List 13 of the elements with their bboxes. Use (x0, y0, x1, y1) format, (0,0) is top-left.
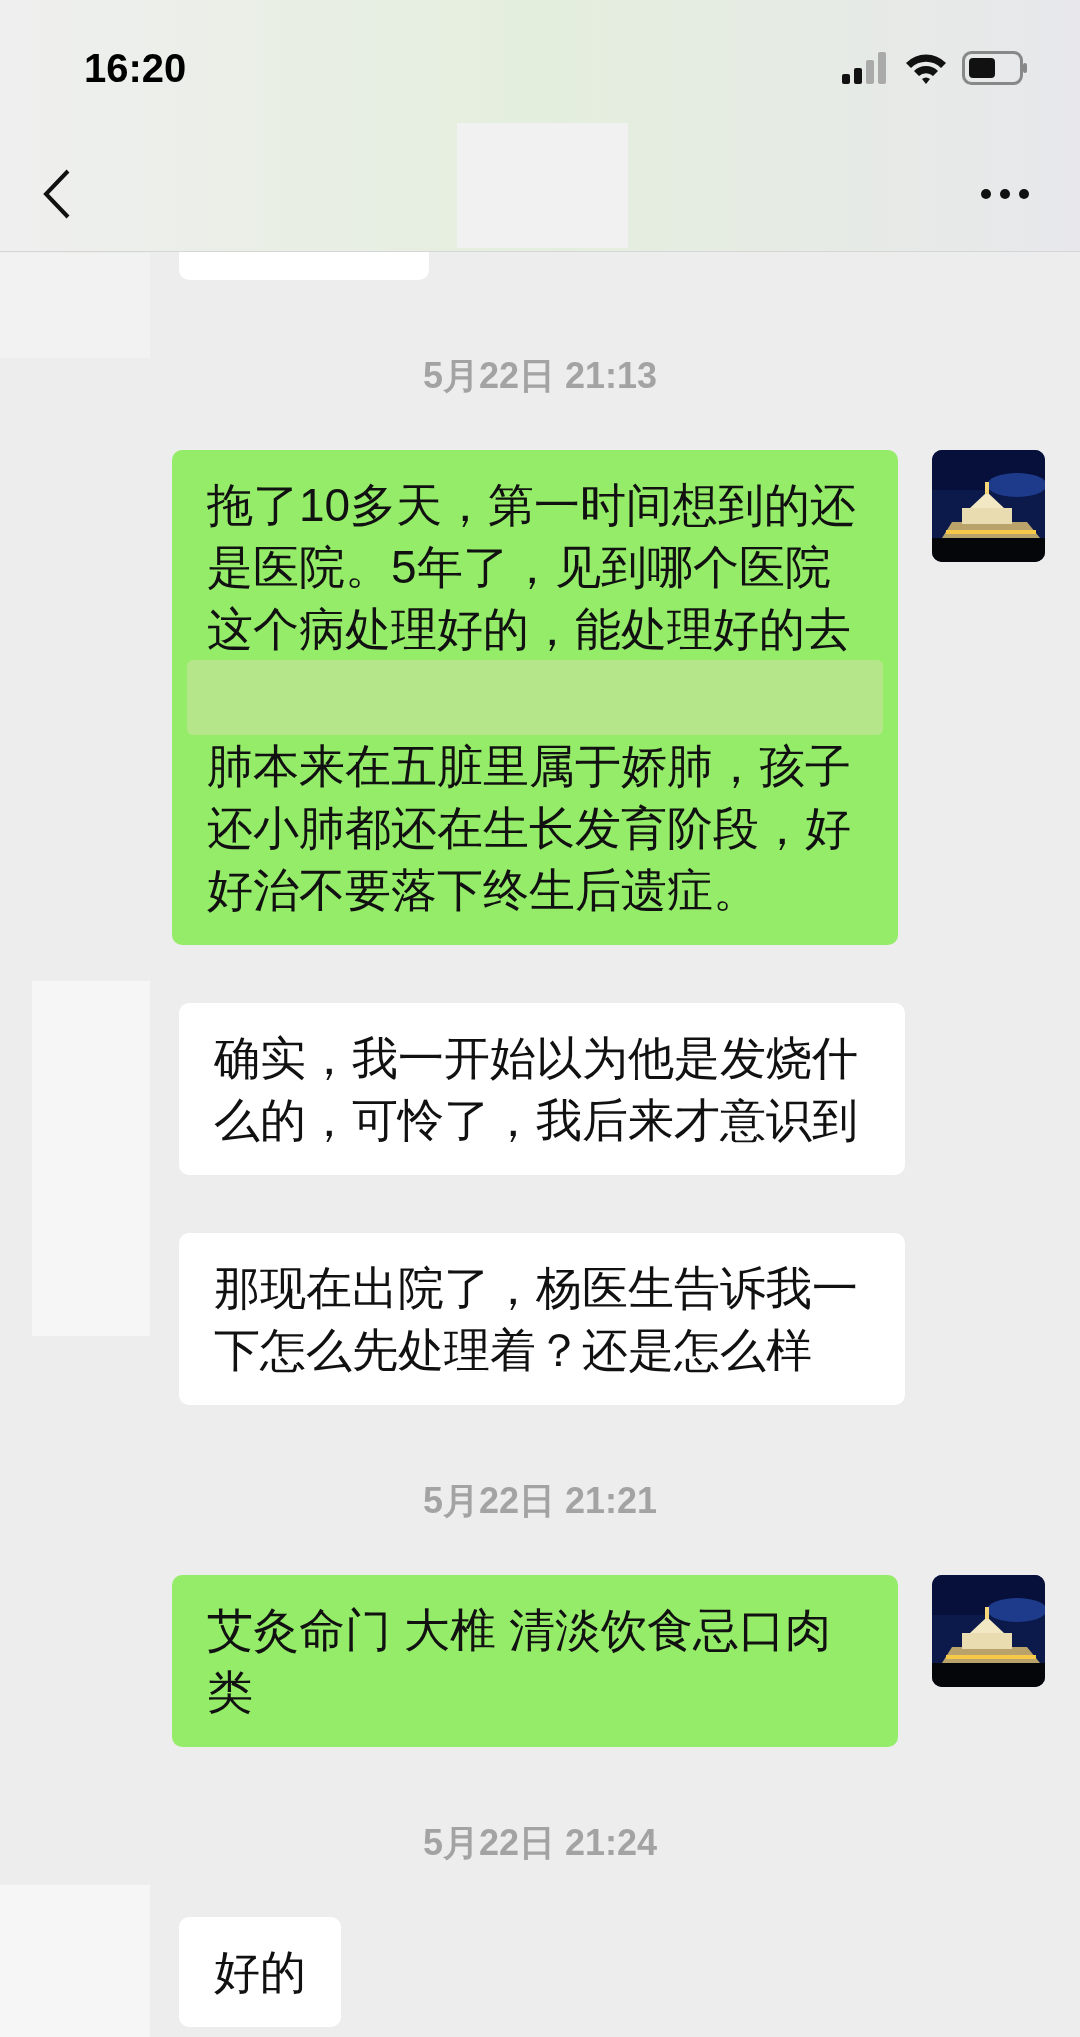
timestamp: 5月22日 21:24 (422, 1823, 658, 1863)
battery-icon (962, 51, 1028, 85)
message-text: 好的 (214, 1945, 306, 2000)
message-text: 那现在出院了，杨医生告诉我一下怎么先处理着？还是怎么样 (214, 1261, 859, 1378)
message-text: 确实，我一开始以为他是发烧什么的，可怜了，我后来才意识到 (214, 1031, 859, 1148)
message-text: 肺本来在五脏里属于娇肺，孩子还小肺都还在生长发育阶段，好好治不要落下终生后遗症。 (207, 739, 852, 918)
message-text: 艾灸命门 大椎 清淡饮食忌口肉类 (207, 1603, 832, 1720)
timestamp: 5月22日 21:21 (422, 1481, 658, 1521)
back-icon[interactable] (42, 167, 72, 220)
timestamp: 5月22日 21:13 (422, 356, 658, 396)
more-icon[interactable] (980, 187, 1030, 200)
status-time: 16:20 (84, 45, 187, 92)
message-text: 拖了10多天，第一时间想到的还是医院。5年了，见到哪个医院这个病处理好的，能处理好的去 (207, 478, 858, 657)
